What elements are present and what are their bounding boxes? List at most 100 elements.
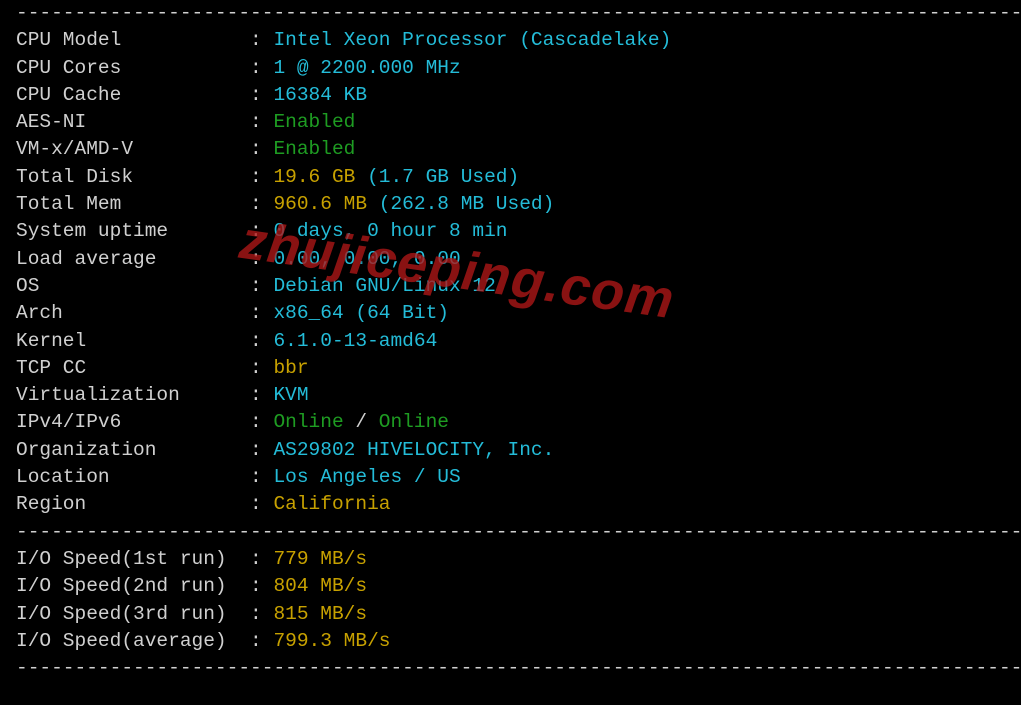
info-label: I/O Speed(average) xyxy=(16,630,238,652)
info-label: Location xyxy=(16,466,238,488)
info-label: Total Disk xyxy=(16,166,238,188)
divider-bottom: ----------------------------------------… xyxy=(0,655,1021,682)
info-label: AES-NI xyxy=(16,111,238,133)
separator: : xyxy=(238,248,273,270)
info-label: CPU Cache xyxy=(16,84,238,106)
info-value: (262.8 MB Used) xyxy=(379,193,555,215)
info-value xyxy=(367,193,379,215)
info-value: (1.7 GB Used) xyxy=(367,166,519,188)
info-value: 960.6 MB xyxy=(273,193,367,215)
info-label: VM-x/AMD-V xyxy=(16,138,238,160)
info-value: 779 MB/s xyxy=(273,548,367,570)
separator: : xyxy=(238,357,273,379)
separator: : xyxy=(238,138,273,160)
separator: : xyxy=(238,29,273,51)
info-label: CPU Cores xyxy=(16,57,238,79)
info-label: I/O Speed(1st run) xyxy=(16,548,238,570)
info-label: CPU Model xyxy=(16,29,238,51)
info-value: Online xyxy=(273,411,343,433)
info-value: 0.00, 0.00, 0.00 xyxy=(273,248,460,270)
separator: : xyxy=(238,111,273,133)
info-row: Location : Los Angeles / US xyxy=(0,464,1021,491)
separator: : xyxy=(238,575,273,597)
info-row: Load average : 0.00, 0.00, 0.00 xyxy=(0,246,1021,273)
separator: : xyxy=(238,548,273,570)
info-row: System uptime : 0 days, 0 hour 8 min xyxy=(0,218,1021,245)
separator: : xyxy=(238,193,273,215)
info-row: Total Disk : 19.6 GB (1.7 GB Used) xyxy=(0,164,1021,191)
info-label: I/O Speed(3rd run) xyxy=(16,603,238,625)
info-value: Enabled xyxy=(273,111,355,133)
separator: : xyxy=(238,439,273,461)
info-value: Online xyxy=(379,411,449,433)
separator: : xyxy=(238,302,273,324)
separator: : xyxy=(238,603,273,625)
divider-mid: ----------------------------------------… xyxy=(0,519,1021,546)
io-speed-block: I/O Speed(1st run) : 779 MB/sI/O Speed(2… xyxy=(0,546,1021,655)
divider-top: ----------------------------------------… xyxy=(0,0,1021,27)
info-label: OS xyxy=(16,275,238,297)
info-row: Organization : AS29802 HIVELOCITY, Inc. xyxy=(0,437,1021,464)
separator: : xyxy=(238,84,273,106)
info-value: Debian GNU/Linux 12 xyxy=(273,275,495,297)
info-row: CPU Cores : 1 @ 2200.000 MHz xyxy=(0,55,1021,82)
separator: : xyxy=(238,493,273,515)
info-label: Total Mem xyxy=(16,193,238,215)
info-label: Load average xyxy=(16,248,238,270)
separator: : xyxy=(238,57,273,79)
info-value: 0 days, 0 hour 8 min xyxy=(273,220,507,242)
separator: : xyxy=(238,275,273,297)
info-row: Arch : x86_64 (64 Bit) xyxy=(0,300,1021,327)
info-label: Region xyxy=(16,493,238,515)
info-row: I/O Speed(3rd run) : 815 MB/s xyxy=(0,601,1021,628)
info-value: Enabled xyxy=(273,138,355,160)
info-value: 16384 KB xyxy=(273,84,367,106)
info-row: CPU Model : Intel Xeon Processor (Cascad… xyxy=(0,27,1021,54)
info-value: 1 @ 2200.000 MHz xyxy=(273,57,460,79)
info-value: Intel Xeon Processor (Cascadelake) xyxy=(273,29,671,51)
info-value: Los Angeles / US xyxy=(273,466,460,488)
info-row: VM-x/AMD-V : Enabled xyxy=(0,136,1021,163)
info-value: KVM xyxy=(273,384,308,406)
info-value: / xyxy=(344,411,379,433)
info-row: TCP CC : bbr xyxy=(0,355,1021,382)
info-row: I/O Speed(1st run) : 779 MB/s xyxy=(0,546,1021,573)
info-value: 19.6 GB xyxy=(273,166,355,188)
info-label: I/O Speed(2nd run) xyxy=(16,575,238,597)
info-row: Virtualization : KVM xyxy=(0,382,1021,409)
info-row: Region : California xyxy=(0,491,1021,518)
separator: : xyxy=(238,630,273,652)
info-label: TCP CC xyxy=(16,357,238,379)
separator: : xyxy=(238,220,273,242)
info-value xyxy=(355,166,367,188)
separator: : xyxy=(238,466,273,488)
info-row: Kernel : 6.1.0-13-amd64 xyxy=(0,328,1021,355)
system-info-block: CPU Model : Intel Xeon Processor (Cascad… xyxy=(0,27,1021,518)
info-row: CPU Cache : 16384 KB xyxy=(0,82,1021,109)
info-value: 804 MB/s xyxy=(273,575,367,597)
separator: : xyxy=(238,330,273,352)
info-row: OS : Debian GNU/Linux 12 xyxy=(0,273,1021,300)
info-value: 799.3 MB/s xyxy=(273,630,390,652)
info-value: AS29802 HIVELOCITY, Inc. xyxy=(273,439,554,461)
info-label: Organization xyxy=(16,439,238,461)
info-row: I/O Speed(2nd run) : 804 MB/s xyxy=(0,573,1021,600)
terminal-output: ----------------------------------------… xyxy=(0,0,1021,682)
info-row: I/O Speed(average) : 799.3 MB/s xyxy=(0,628,1021,655)
info-value: x86_64 (64 Bit) xyxy=(273,302,449,324)
info-row: AES-NI : Enabled xyxy=(0,109,1021,136)
info-label: Kernel xyxy=(16,330,238,352)
info-value: 6.1.0-13-amd64 xyxy=(273,330,437,352)
separator: : xyxy=(238,384,273,406)
info-label: System uptime xyxy=(16,220,238,242)
info-row: IPv4/IPv6 : Online / Online xyxy=(0,409,1021,436)
separator: : xyxy=(238,411,273,433)
info-value: bbr xyxy=(273,357,308,379)
info-label: Virtualization xyxy=(16,384,238,406)
info-row: Total Mem : 960.6 MB (262.8 MB Used) xyxy=(0,191,1021,218)
info-value: 815 MB/s xyxy=(273,603,367,625)
info-value: California xyxy=(273,493,390,515)
info-label: IPv4/IPv6 xyxy=(16,411,238,433)
info-label: Arch xyxy=(16,302,238,324)
separator: : xyxy=(238,166,273,188)
